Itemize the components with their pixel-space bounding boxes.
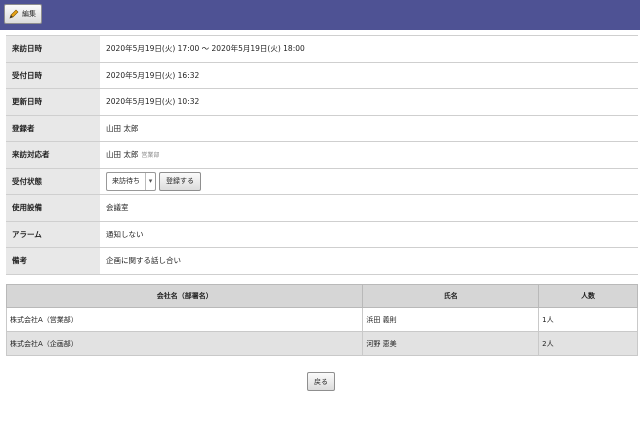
detail-row-visit-datetime: 来訪日時 2020年5月19日(火) 17:00 〜 2020年5月19日(火)… xyxy=(6,35,638,63)
pencil-icon xyxy=(9,9,19,19)
company-table: 会社名（部署名） 氏名 人数 株式会社A（営業部） 浜田 義則 1人 株式会社A… xyxy=(5,284,638,356)
value-registrant: 山田 太郎 xyxy=(100,115,638,142)
register-button[interactable]: 登録する xyxy=(159,171,201,191)
value-received-datetime: 2020年5月19日(火) 16:32 xyxy=(100,62,638,89)
table-row: 株式会社A（営業部） 浜田 義則 1人 xyxy=(5,307,638,332)
label-alarm: アラーム xyxy=(6,221,100,248)
cell-person-name: 浜田 義則 xyxy=(362,307,540,332)
cell-headcount: 1人 xyxy=(538,307,638,332)
visit-detail-table: 来訪日時 2020年5月19日(火) 17:00 〜 2020年5月19日(火)… xyxy=(6,35,638,275)
header-headcount: 人数 xyxy=(538,284,638,308)
detail-row-received-datetime: 受付日時 2020年5月19日(火) 16:32 xyxy=(6,62,638,89)
top-toolbar: 編集 xyxy=(0,0,640,30)
label-visit-handler: 来訪対応者 xyxy=(6,141,100,169)
header-company-name: 会社名（部署名） xyxy=(5,284,364,308)
edit-button[interactable]: 編集 xyxy=(4,4,42,24)
value-remarks: 企画に関する話し合い xyxy=(100,247,638,275)
cell-company-name: 株式会社A（企画部） xyxy=(5,331,364,356)
header-person-name: 氏名 xyxy=(362,284,540,308)
value-equipment: 会議室 xyxy=(100,194,638,222)
label-visit-datetime: 来訪日時 xyxy=(6,35,100,63)
detail-row-alarm: アラーム 通知しない xyxy=(6,221,638,248)
value-updated-datetime: 2020年5月19日(火) 10:32 xyxy=(100,88,638,116)
label-registrant: 登録者 xyxy=(6,115,100,142)
value-visit-datetime: 2020年5月19日(火) 17:00 〜 2020年5月19日(火) 18:0… xyxy=(100,35,638,63)
detail-row-visit-handler: 来訪対応者 山田 太郎 営業部 xyxy=(6,141,638,169)
label-remarks: 備考 xyxy=(6,247,100,275)
cell-person-name: 河野 恵美 xyxy=(362,331,540,356)
value-alarm: 通知しない xyxy=(100,221,638,248)
label-received-datetime: 受付日時 xyxy=(6,62,100,89)
reception-status-selected: 来訪待ち xyxy=(112,177,140,186)
chevron-down-icon: ▾ xyxy=(145,172,155,190)
table-row: 株式会社A（企画部） 河野 恵美 2人 xyxy=(5,331,638,356)
detail-row-equipment: 使用設備 会議室 xyxy=(6,194,638,222)
visit-handler-dept: 営業部 xyxy=(141,152,160,160)
label-equipment: 使用設備 xyxy=(6,194,100,222)
back-button[interactable]: 戻る xyxy=(307,372,335,391)
cell-headcount: 2人 xyxy=(538,331,638,356)
edit-button-label: 編集 xyxy=(22,10,36,18)
label-updated-datetime: 更新日時 xyxy=(6,88,100,116)
detail-row-reception-status: 受付状態 来訪待ち ▾ 登録する xyxy=(6,168,638,195)
cell-company-name: 株式会社A（営業部） xyxy=(5,307,364,332)
value-reception-status: 来訪待ち ▾ 登録する xyxy=(100,168,638,195)
label-reception-status: 受付状態 xyxy=(6,168,100,195)
reception-status-select[interactable]: 来訪待ち ▾ xyxy=(106,171,156,191)
visit-handler-name: 山田 太郎 xyxy=(106,150,139,160)
detail-row-remarks: 備考 企画に関する話し合い xyxy=(6,247,638,275)
value-visit-handler: 山田 太郎 営業部 xyxy=(100,141,638,169)
detail-row-registrant: 登録者 山田 太郎 xyxy=(6,115,638,142)
detail-row-updated-datetime: 更新日時 2020年5月19日(火) 10:32 xyxy=(6,88,638,116)
company-table-header: 会社名（部署名） 氏名 人数 xyxy=(5,284,638,308)
